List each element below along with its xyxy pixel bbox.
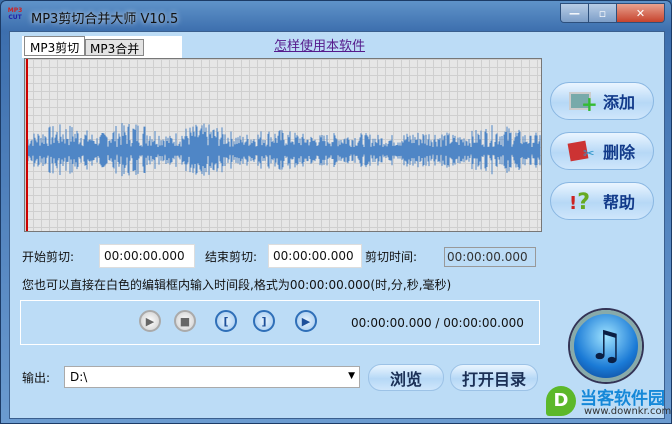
delete-button[interactable]: ✂ 删除 — [550, 132, 654, 170]
waveform — [26, 123, 541, 177]
tab-mp3-merge[interactable]: MP3合并 — [85, 39, 145, 56]
help-link[interactable]: 怎样使用本软件 — [274, 35, 365, 54]
mark-start-button[interactable]: [ — [215, 310, 237, 332]
waveform-view[interactable] — [24, 58, 542, 232]
question-icon: !? — [569, 190, 590, 215]
play-button[interactable]: ▶ — [139, 310, 161, 332]
position-marker[interactable] — [26, 59, 28, 231]
start-cut-label: 开始剪切: — [22, 250, 75, 264]
cut-duration-label: 剪切时间: — [365, 250, 418, 264]
help-button[interactable]: !? 帮助 — [550, 182, 654, 220]
playback-position: 00:00:00.000 / 00:00:00.000 — [351, 316, 524, 330]
music-note-icon: ♫ — [570, 310, 642, 382]
watermark-logo-icon: D — [546, 386, 576, 416]
delete-label: 删除 — [603, 143, 636, 162]
client-area: MP3剪切 MP3合并 怎样使用本软件 + 添加 ✂ 删除 !? 帮助 开始剪切… — [9, 31, 671, 420]
film-add-icon: + — [569, 90, 598, 114]
browse-button[interactable]: 浏览 — [368, 364, 444, 391]
app-logo-icon: MP3 CUT — [7, 7, 23, 21]
tab-mp3-cut[interactable]: MP3剪切 — [24, 36, 86, 56]
start-cut-input[interactable]: 00:00:00.000 — [99, 244, 195, 268]
stop-button[interactable]: ■ — [174, 310, 196, 332]
open-directory-button[interactable]: 打开目录 — [450, 364, 538, 391]
output-dir-combobox[interactable]: D:\ ▼ — [64, 366, 360, 388]
title-bar[interactable]: MP3 CUT MP3剪切合并大师 V10.5 — ▫ ✕ — [1, 1, 672, 31]
format-hint: 您也可以直接在白色的编辑框内输入时间段,格式为00:00:00.000(时,分,… — [22, 278, 452, 292]
play-selection-button[interactable]: ▶ — [295, 310, 317, 332]
window-title: MP3剪切合并大师 V10.5 — [31, 12, 179, 27]
cut-duration-value: 00:00:00.000 — [444, 247, 536, 267]
end-cut-input[interactable]: 00:00:00.000 — [268, 244, 362, 268]
waveform-path — [26, 123, 541, 177]
app-window: MP3 CUT MP3剪切合并大师 V10.5 — ▫ ✕ MP3剪切 MP3合并… — [0, 0, 672, 424]
player-panel: ▶ ■ [ ] ▶ 00:00:00.000 / 00:00:00.000 — [20, 300, 540, 345]
output-dir-value: D:\ — [70, 370, 88, 384]
close-button[interactable]: ✕ — [617, 4, 664, 22]
minimize-button[interactable]: — — [561, 4, 589, 22]
maximize-button[interactable]: ▫ — [589, 4, 617, 22]
help-label: 帮助 — [603, 193, 636, 212]
watermark: D 当客软件园 www.downkr.com — [542, 382, 671, 420]
output-label: 输出: — [22, 371, 51, 385]
mark-end-button[interactable]: ] — [253, 310, 275, 332]
add-button[interactable]: + 添加 — [550, 82, 654, 120]
watermark-url: www.downkr.com — [584, 406, 672, 417]
scissors-delete-icon: ✂ — [567, 140, 595, 162]
add-label: 添加 — [603, 93, 636, 112]
end-cut-label: 结束剪切: — [205, 250, 258, 264]
dropdown-arrow-icon[interactable]: ▼ — [348, 371, 355, 381]
